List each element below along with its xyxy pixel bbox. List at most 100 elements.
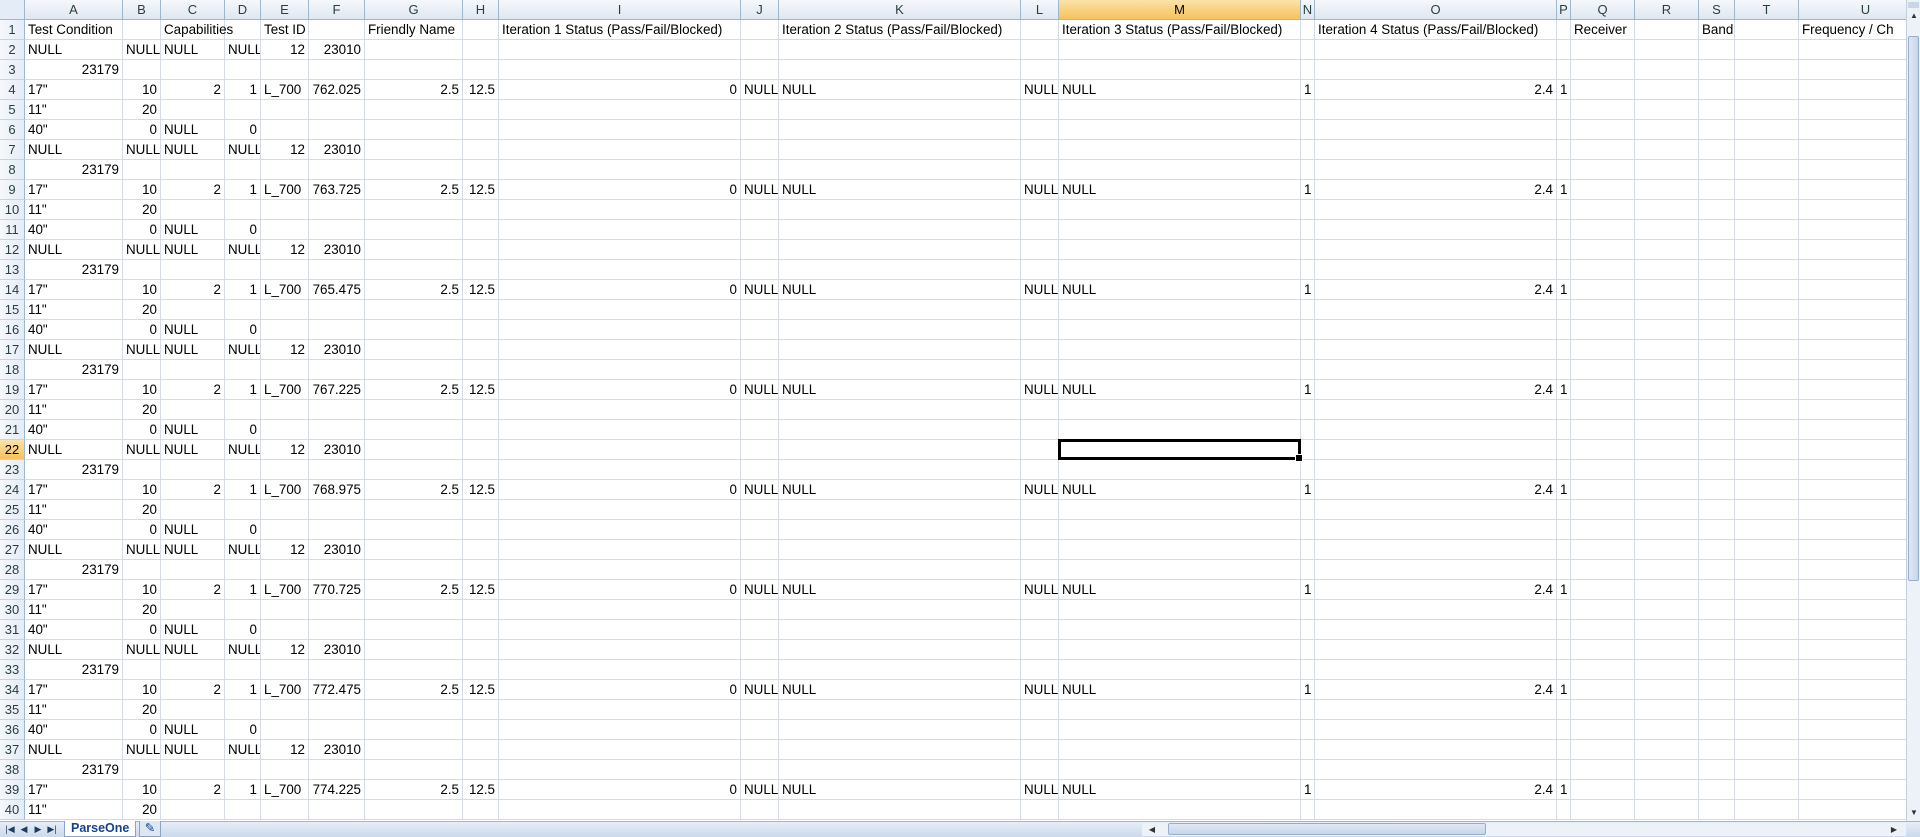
cell-g27[interactable] [365, 540, 463, 560]
split-box[interactable] [1908, 2, 1919, 8]
row-header-39[interactable]: 39 [0, 780, 25, 800]
cell-s39[interactable] [1699, 780, 1735, 800]
cell-o28[interactable] [1315, 560, 1557, 580]
cell-e27[interactable]: 12 [261, 540, 309, 560]
cell-r28[interactable] [1635, 560, 1699, 580]
row-header-35[interactable]: 35 [0, 700, 25, 720]
cell-o18[interactable] [1315, 360, 1557, 380]
cell-k22[interactable] [779, 440, 1021, 460]
cell-c34[interactable]: 2 [161, 680, 225, 700]
cell-q22[interactable] [1571, 440, 1635, 460]
cell-c8[interactable] [161, 160, 225, 180]
cell-t3[interactable] [1735, 60, 1799, 80]
cell-f36[interactable] [309, 720, 365, 740]
cell-e38[interactable] [261, 760, 309, 780]
cell-m30[interactable] [1059, 600, 1301, 620]
cell-c6[interactable]: NULL [161, 120, 225, 140]
cell-i6[interactable] [499, 120, 741, 140]
cell-k6[interactable] [779, 120, 1021, 140]
cell-c35[interactable] [161, 700, 225, 720]
cell-k3[interactable] [779, 60, 1021, 80]
spreadsheet-grid[interactable]: A B C D E F G H I J K L M N O P Q R S T U 1 Test Condition Capa… [0, 0, 1906, 821]
cell-s6[interactable] [1699, 120, 1735, 140]
cell-q8[interactable] [1571, 160, 1635, 180]
cell-s12[interactable] [1699, 240, 1735, 260]
cell-f33[interactable] [309, 660, 365, 680]
cell-l39[interactable]: NULL [1021, 780, 1059, 800]
cell-t12[interactable] [1735, 240, 1799, 260]
column-header-f[interactable]: F [309, 0, 365, 20]
cell-s28[interactable] [1699, 560, 1735, 580]
row-header-17[interactable]: 17 [0, 340, 25, 360]
cell-t14[interactable] [1735, 280, 1799, 300]
cell-f35[interactable] [309, 700, 365, 720]
cell-n19[interactable]: 1 [1301, 380, 1315, 400]
cell-e34[interactable]: L_700 [261, 680, 309, 700]
cell-a36[interactable]: 40" [25, 720, 123, 740]
cell-f16[interactable] [309, 320, 365, 340]
cell-q30[interactable] [1571, 600, 1635, 620]
cell-i28[interactable] [499, 560, 741, 580]
cell-d28[interactable] [225, 560, 261, 580]
cell-l30[interactable] [1021, 600, 1059, 620]
cell-f15[interactable] [309, 300, 365, 320]
cell-j31[interactable] [741, 620, 779, 640]
row-header-13[interactable]: 13 [0, 260, 25, 280]
cell-l36[interactable] [1021, 720, 1059, 740]
row-header-2[interactable]: 2 [0, 40, 25, 60]
cell-j25[interactable] [741, 500, 779, 520]
cell-u29[interactable] [1799, 580, 1906, 600]
cell-u19[interactable] [1799, 380, 1906, 400]
cell-f20[interactable] [309, 400, 365, 420]
cell-u23[interactable] [1799, 460, 1906, 480]
cell-n30[interactable] [1301, 600, 1315, 620]
cell-i9[interactable]: 0 [499, 180, 741, 200]
cell-t35[interactable] [1735, 700, 1799, 720]
column-header-a[interactable]: A [25, 0, 123, 20]
cell-b36[interactable]: 0 [123, 720, 161, 740]
cell-k39[interactable]: NULL [779, 780, 1021, 800]
cell-b13[interactable] [123, 260, 161, 280]
cell-n5[interactable] [1301, 100, 1315, 120]
cell-f4[interactable]: 762.025 [309, 80, 365, 100]
cell-s11[interactable] [1699, 220, 1735, 240]
cell-g14[interactable]: 2.5 [365, 280, 463, 300]
cell-q27[interactable] [1571, 540, 1635, 560]
cell-u7[interactable] [1799, 140, 1906, 160]
cell-l38[interactable] [1021, 760, 1059, 780]
cell-c9[interactable]: 2 [161, 180, 225, 200]
cell-q18[interactable] [1571, 360, 1635, 380]
cell-u38[interactable] [1799, 760, 1906, 780]
cell-i15[interactable] [499, 300, 741, 320]
cell-m8[interactable] [1059, 160, 1301, 180]
cell-u4[interactable] [1799, 80, 1906, 100]
cell-m18[interactable] [1059, 360, 1301, 380]
row-header-24[interactable]: 24 [0, 480, 25, 500]
cell-g5[interactable] [365, 100, 463, 120]
row-header-9[interactable]: 9 [0, 180, 25, 200]
column-header-c[interactable]: C [161, 0, 225, 20]
cell-i14[interactable]: 0 [499, 280, 741, 300]
cell-u18[interactable] [1799, 360, 1906, 380]
cell-m2[interactable] [1059, 40, 1301, 60]
cell-t30[interactable] [1735, 600, 1799, 620]
cell-m32[interactable] [1059, 640, 1301, 660]
cell-m12[interactable] [1059, 240, 1301, 260]
cell-m15[interactable] [1059, 300, 1301, 320]
cell-f28[interactable] [309, 560, 365, 580]
column-header-s[interactable]: S [1699, 0, 1735, 20]
cell-d30[interactable] [225, 600, 261, 620]
cell-h40[interactable] [463, 800, 499, 820]
cell-p18[interactable] [1557, 360, 1571, 380]
cell-e13[interactable] [261, 260, 309, 280]
cell-l27[interactable] [1021, 540, 1059, 560]
cell-p38[interactable] [1557, 760, 1571, 780]
cell-l26[interactable] [1021, 520, 1059, 540]
cell-s36[interactable] [1699, 720, 1735, 740]
cell-n4[interactable]: 1 [1301, 80, 1315, 100]
cell-s26[interactable] [1699, 520, 1735, 540]
column-header-r[interactable]: R [1635, 0, 1699, 20]
row-header-4[interactable]: 4 [0, 80, 25, 100]
cell-t24[interactable] [1735, 480, 1799, 500]
cell-m34[interactable]: NULL [1059, 680, 1301, 700]
